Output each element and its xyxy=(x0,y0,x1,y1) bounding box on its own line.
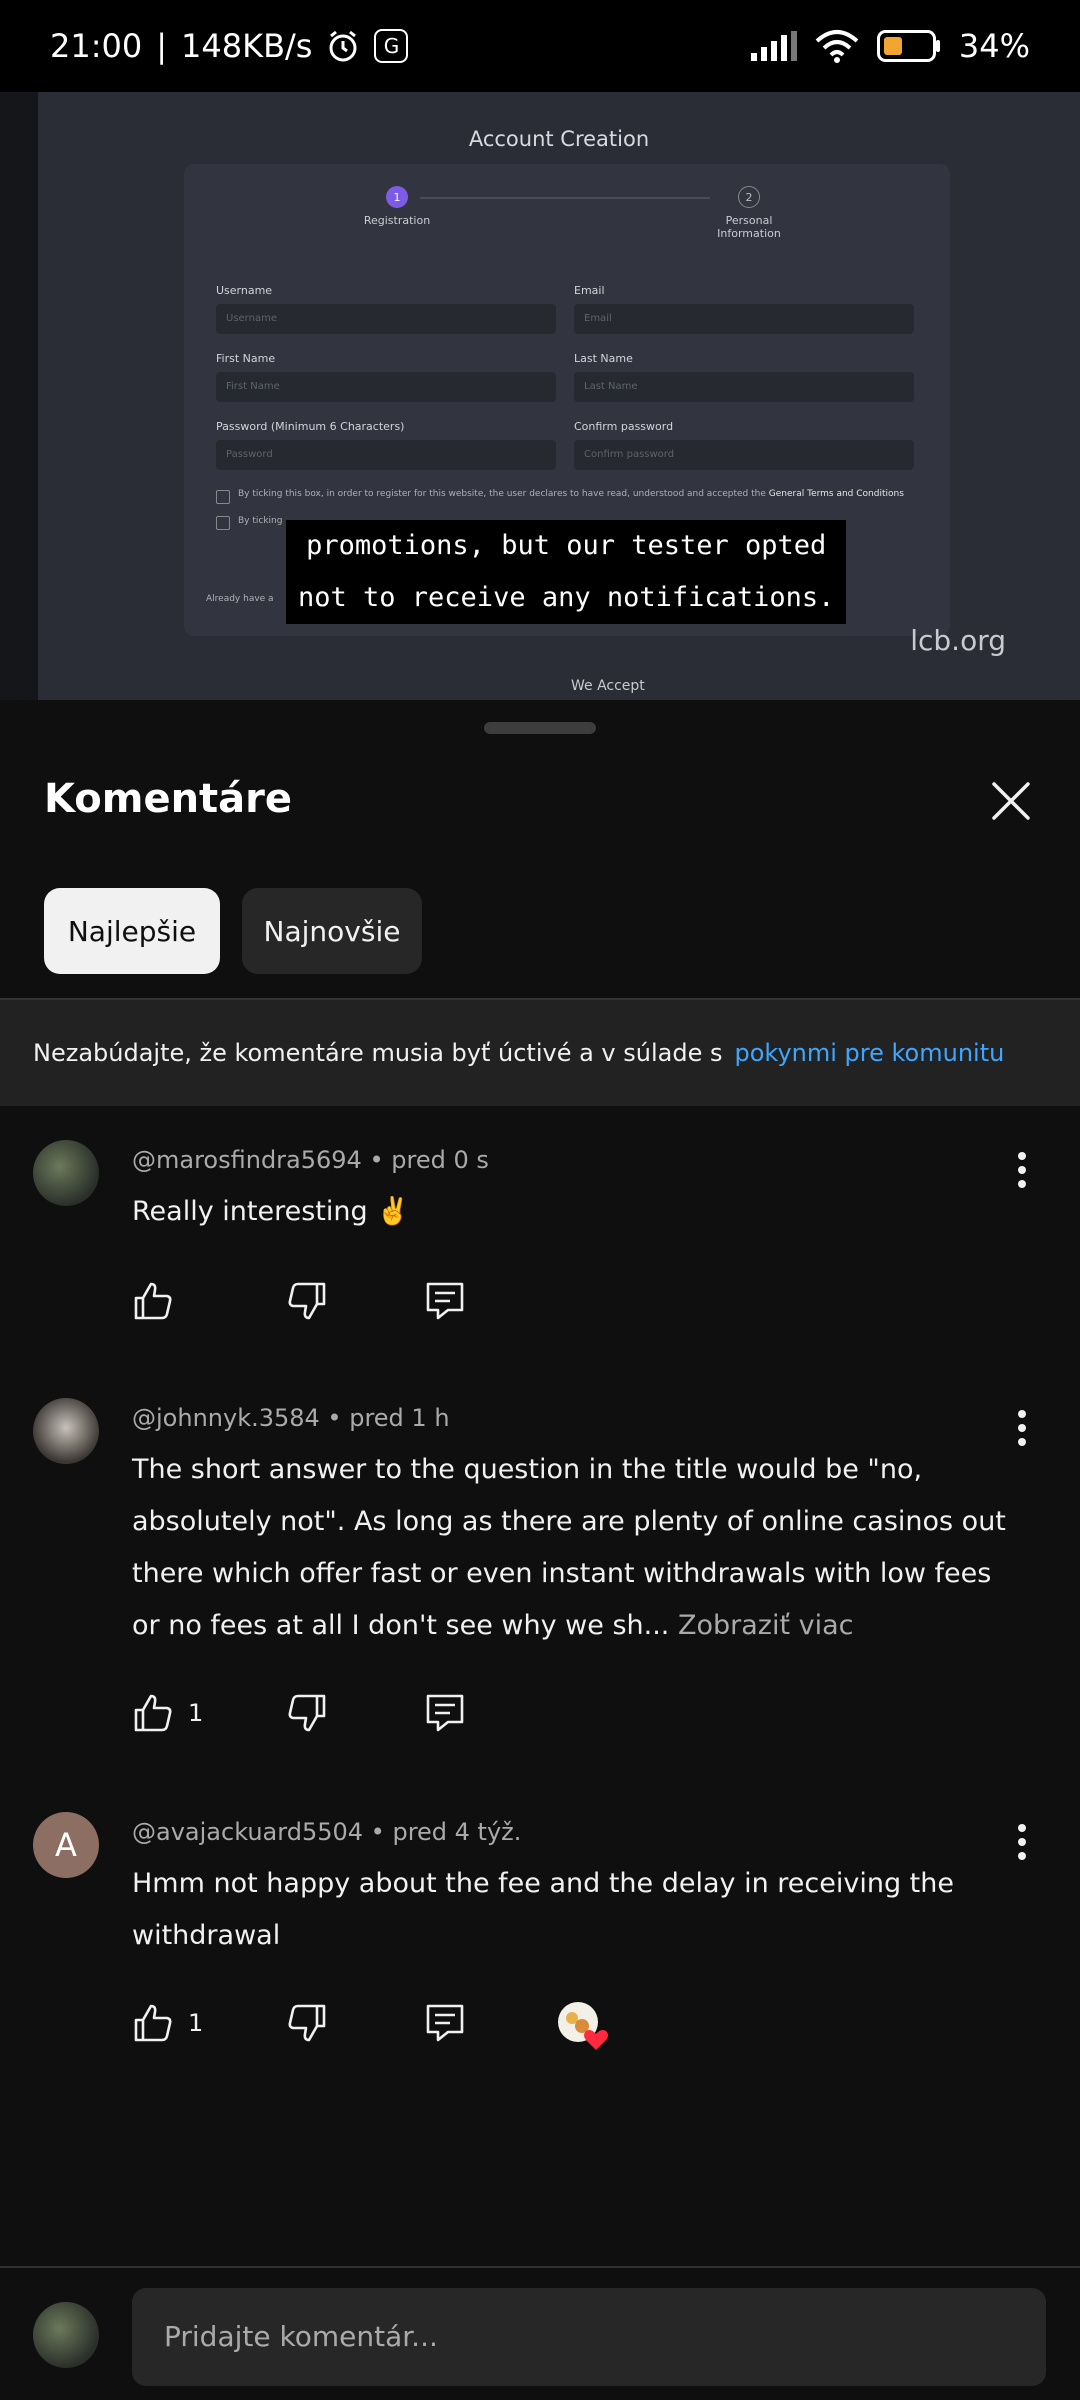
thumbs-up-icon xyxy=(134,1694,172,1732)
wifi-icon xyxy=(815,30,859,63)
comment-text: Really interesting ✌️ xyxy=(132,1196,410,1227)
avatar[interactable] xyxy=(33,1398,99,1464)
video-form-title: Account Creation xyxy=(468,127,650,151)
comment-author[interactable]: @johnnyk.3584 xyxy=(132,1404,320,1432)
thumbs-up-icon xyxy=(134,2004,172,2042)
battery-percent: 34% xyxy=(958,27,1030,65)
comment-time: pred 0 s xyxy=(391,1146,489,1174)
thumbs-down-icon xyxy=(288,2004,326,2042)
video-player[interactable]: Account Creation 1 Registration 2 Person… xyxy=(0,92,1080,700)
tab-newest-comments[interactable]: Najnovšie xyxy=(242,888,422,974)
signal-icon xyxy=(750,31,797,61)
avatar[interactable]: A xyxy=(33,1812,99,1878)
comment-text: Hmm not happy about the fee and the dela… xyxy=(132,1868,954,1951)
field-label: Confirm password xyxy=(574,420,674,433)
more-options-icon[interactable] xyxy=(1016,1822,1028,1862)
video-watermark: lcb.org xyxy=(910,624,1006,657)
like-count: 1 xyxy=(188,1699,204,1727)
comment-text: The short answer to the question in the … xyxy=(132,1454,1006,1641)
status-time: 21:00 xyxy=(50,27,143,65)
like-button[interactable]: 1 xyxy=(132,1688,203,1738)
field-label: Password (Minimum 6 Characters) xyxy=(216,420,405,433)
email-input: Email xyxy=(574,304,914,334)
username-input: Username xyxy=(216,304,556,334)
confirm-password-input: Confirm password xyxy=(574,440,914,470)
field-label: First Name xyxy=(216,352,276,365)
video-left-panel xyxy=(0,92,38,700)
like-count: 1 xyxy=(188,2009,204,2037)
close-icon[interactable] xyxy=(986,776,1036,826)
community-guidelines-link[interactable]: pokynmi pre komunitu xyxy=(734,1039,1004,1067)
status-separator: | xyxy=(156,27,167,65)
step-number: 1 xyxy=(386,186,408,208)
step-connector xyxy=(420,197,710,199)
second-checkbox xyxy=(216,516,230,530)
alarm-icon xyxy=(329,30,357,62)
step-label: Registration xyxy=(363,214,431,227)
field-label: Username xyxy=(216,284,273,297)
comment-composer: Pridajte komentár... xyxy=(0,2266,1080,2400)
dislike-button[interactable] xyxy=(286,1688,328,1738)
reply-icon xyxy=(426,1282,464,1320)
step-registration: 1 Registration xyxy=(352,186,442,227)
thumbs-up-icon xyxy=(134,1282,172,1320)
we-accept-text: We Accept xyxy=(571,678,645,694)
notice-text: Nezabúdajte, že komentáre musia byť úcti… xyxy=(33,1039,723,1067)
comment-meta: @marosfindra5694 • pred 0 s xyxy=(132,1146,489,1174)
battery-icon xyxy=(876,30,940,62)
like-button[interactable]: 1 xyxy=(132,1998,203,2048)
creator-heart-icon xyxy=(558,2002,608,2050)
g-app-icon: G xyxy=(374,29,409,63)
first-name-input: First Name xyxy=(216,372,556,402)
comments-sheet: Komentáre Najlepšie Najnovšie Nezabúdajt… xyxy=(0,700,1080,2400)
sheet-title: Komentáre xyxy=(44,776,293,822)
dislike-button[interactable] xyxy=(286,1276,328,1326)
avatar[interactable] xyxy=(33,1140,99,1206)
step-personal-information: 2 Personal Information xyxy=(704,186,794,240)
field-label: Email xyxy=(574,284,605,297)
comment-meta: @avajackuard5504 • pred 4 týž. xyxy=(132,1818,522,1846)
drag-handle[interactable] xyxy=(484,722,596,734)
reply-button[interactable] xyxy=(424,1998,466,2048)
password-input: Password xyxy=(216,440,556,470)
last-name-input: Last Name xyxy=(574,372,914,402)
comment-meta: @johnnyk.3584 • pred 1 h xyxy=(132,1404,450,1432)
step-label: Personal Information xyxy=(717,214,781,240)
terms-text: By ticking this box, in order to registe… xyxy=(238,489,904,499)
thumbs-down-icon xyxy=(288,1694,326,1732)
show-more-link[interactable]: Zobraziť viac xyxy=(678,1610,854,1641)
second-check-text: By ticking xyxy=(238,516,283,526)
comment-author[interactable]: @marosfindra5694 xyxy=(132,1146,362,1174)
comment-time: pred 1 h xyxy=(349,1404,450,1432)
already-text: Already have a xyxy=(206,594,274,604)
more-options-icon[interactable] xyxy=(1016,1408,1028,1448)
comment-time: pred 4 týž. xyxy=(392,1818,522,1846)
reply-icon xyxy=(426,2004,464,2042)
add-comment-input[interactable]: Pridajte komentár... xyxy=(132,2288,1046,2386)
user-avatar xyxy=(33,2302,99,2368)
more-options-icon[interactable] xyxy=(1016,1150,1028,1190)
comment-author[interactable]: @avajackuard5504 xyxy=(132,1818,363,1846)
status-bar: 21:00 | 148KB/s G 34% xyxy=(0,0,1080,92)
thumbs-down-icon xyxy=(288,1282,326,1320)
reply-icon xyxy=(426,1694,464,1732)
step-number: 2 xyxy=(738,186,760,208)
like-button[interactable] xyxy=(132,1276,174,1326)
caption-line-2: not to receive any notifications. xyxy=(298,582,835,613)
reply-button[interactable] xyxy=(424,1276,466,1326)
community-notice: Nezabúdajte, že komentáre musia byť úcti… xyxy=(0,998,1080,1106)
caption-line-1: promotions, but our tester opted xyxy=(306,530,827,561)
status-network-speed: 148KB/s xyxy=(181,27,313,65)
field-label: Last Name xyxy=(574,352,633,365)
dislike-button[interactable] xyxy=(286,1998,328,2048)
tab-top-comments[interactable]: Najlepšie xyxy=(44,888,220,974)
video-caption: promotions, but our tester opted not to … xyxy=(286,520,847,624)
reply-button[interactable] xyxy=(424,1688,466,1738)
terms-checkbox xyxy=(216,490,230,504)
